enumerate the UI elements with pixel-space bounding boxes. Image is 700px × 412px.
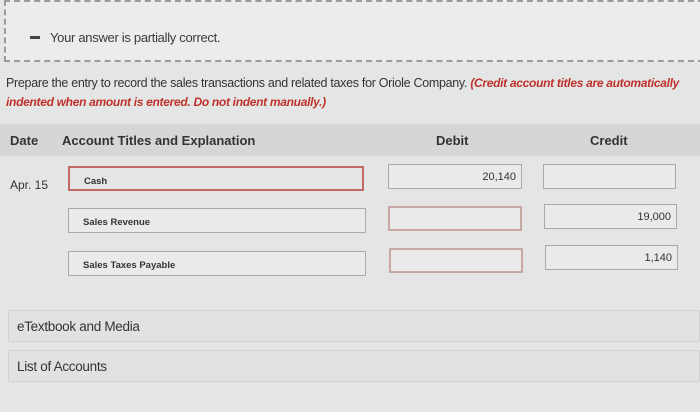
credit-field[interactable]: 1,140: [545, 245, 678, 270]
instructions: Prepare the entry to record the sales tr…: [6, 74, 696, 112]
debit-field[interactable]: [389, 248, 523, 273]
account-field[interactable]: Cash: [68, 166, 364, 191]
list-of-accounts-link[interactable]: List of Accounts: [8, 350, 700, 382]
instructions-text: Prepare the entry to record the sales tr…: [6, 76, 468, 90]
account-field[interactable]: Sales Revenue: [68, 208, 366, 233]
partial-icon: [30, 36, 40, 39]
feedback-message: Your answer is partially correct.: [50, 30, 221, 45]
header-date: Date: [10, 133, 39, 148]
header-account: Account Titles and Explanation: [62, 133, 256, 148]
date-cell: Apr. 15: [10, 178, 49, 192]
feedback-box: Your answer is partially correct.: [4, 0, 700, 62]
credit-field[interactable]: [543, 164, 676, 189]
header-credit: Credit: [590, 133, 628, 148]
account-field[interactable]: Sales Taxes Payable: [68, 251, 366, 276]
header-debit: Debit: [436, 133, 469, 148]
etextbook-link[interactable]: eTextbook and Media: [8, 310, 700, 342]
debit-field[interactable]: [388, 206, 522, 231]
credit-field[interactable]: 19,000: [544, 204, 677, 229]
debit-field[interactable]: 20,140: [388, 164, 522, 189]
table-header: Date Account Titles and Explanation Debi…: [0, 124, 700, 156]
